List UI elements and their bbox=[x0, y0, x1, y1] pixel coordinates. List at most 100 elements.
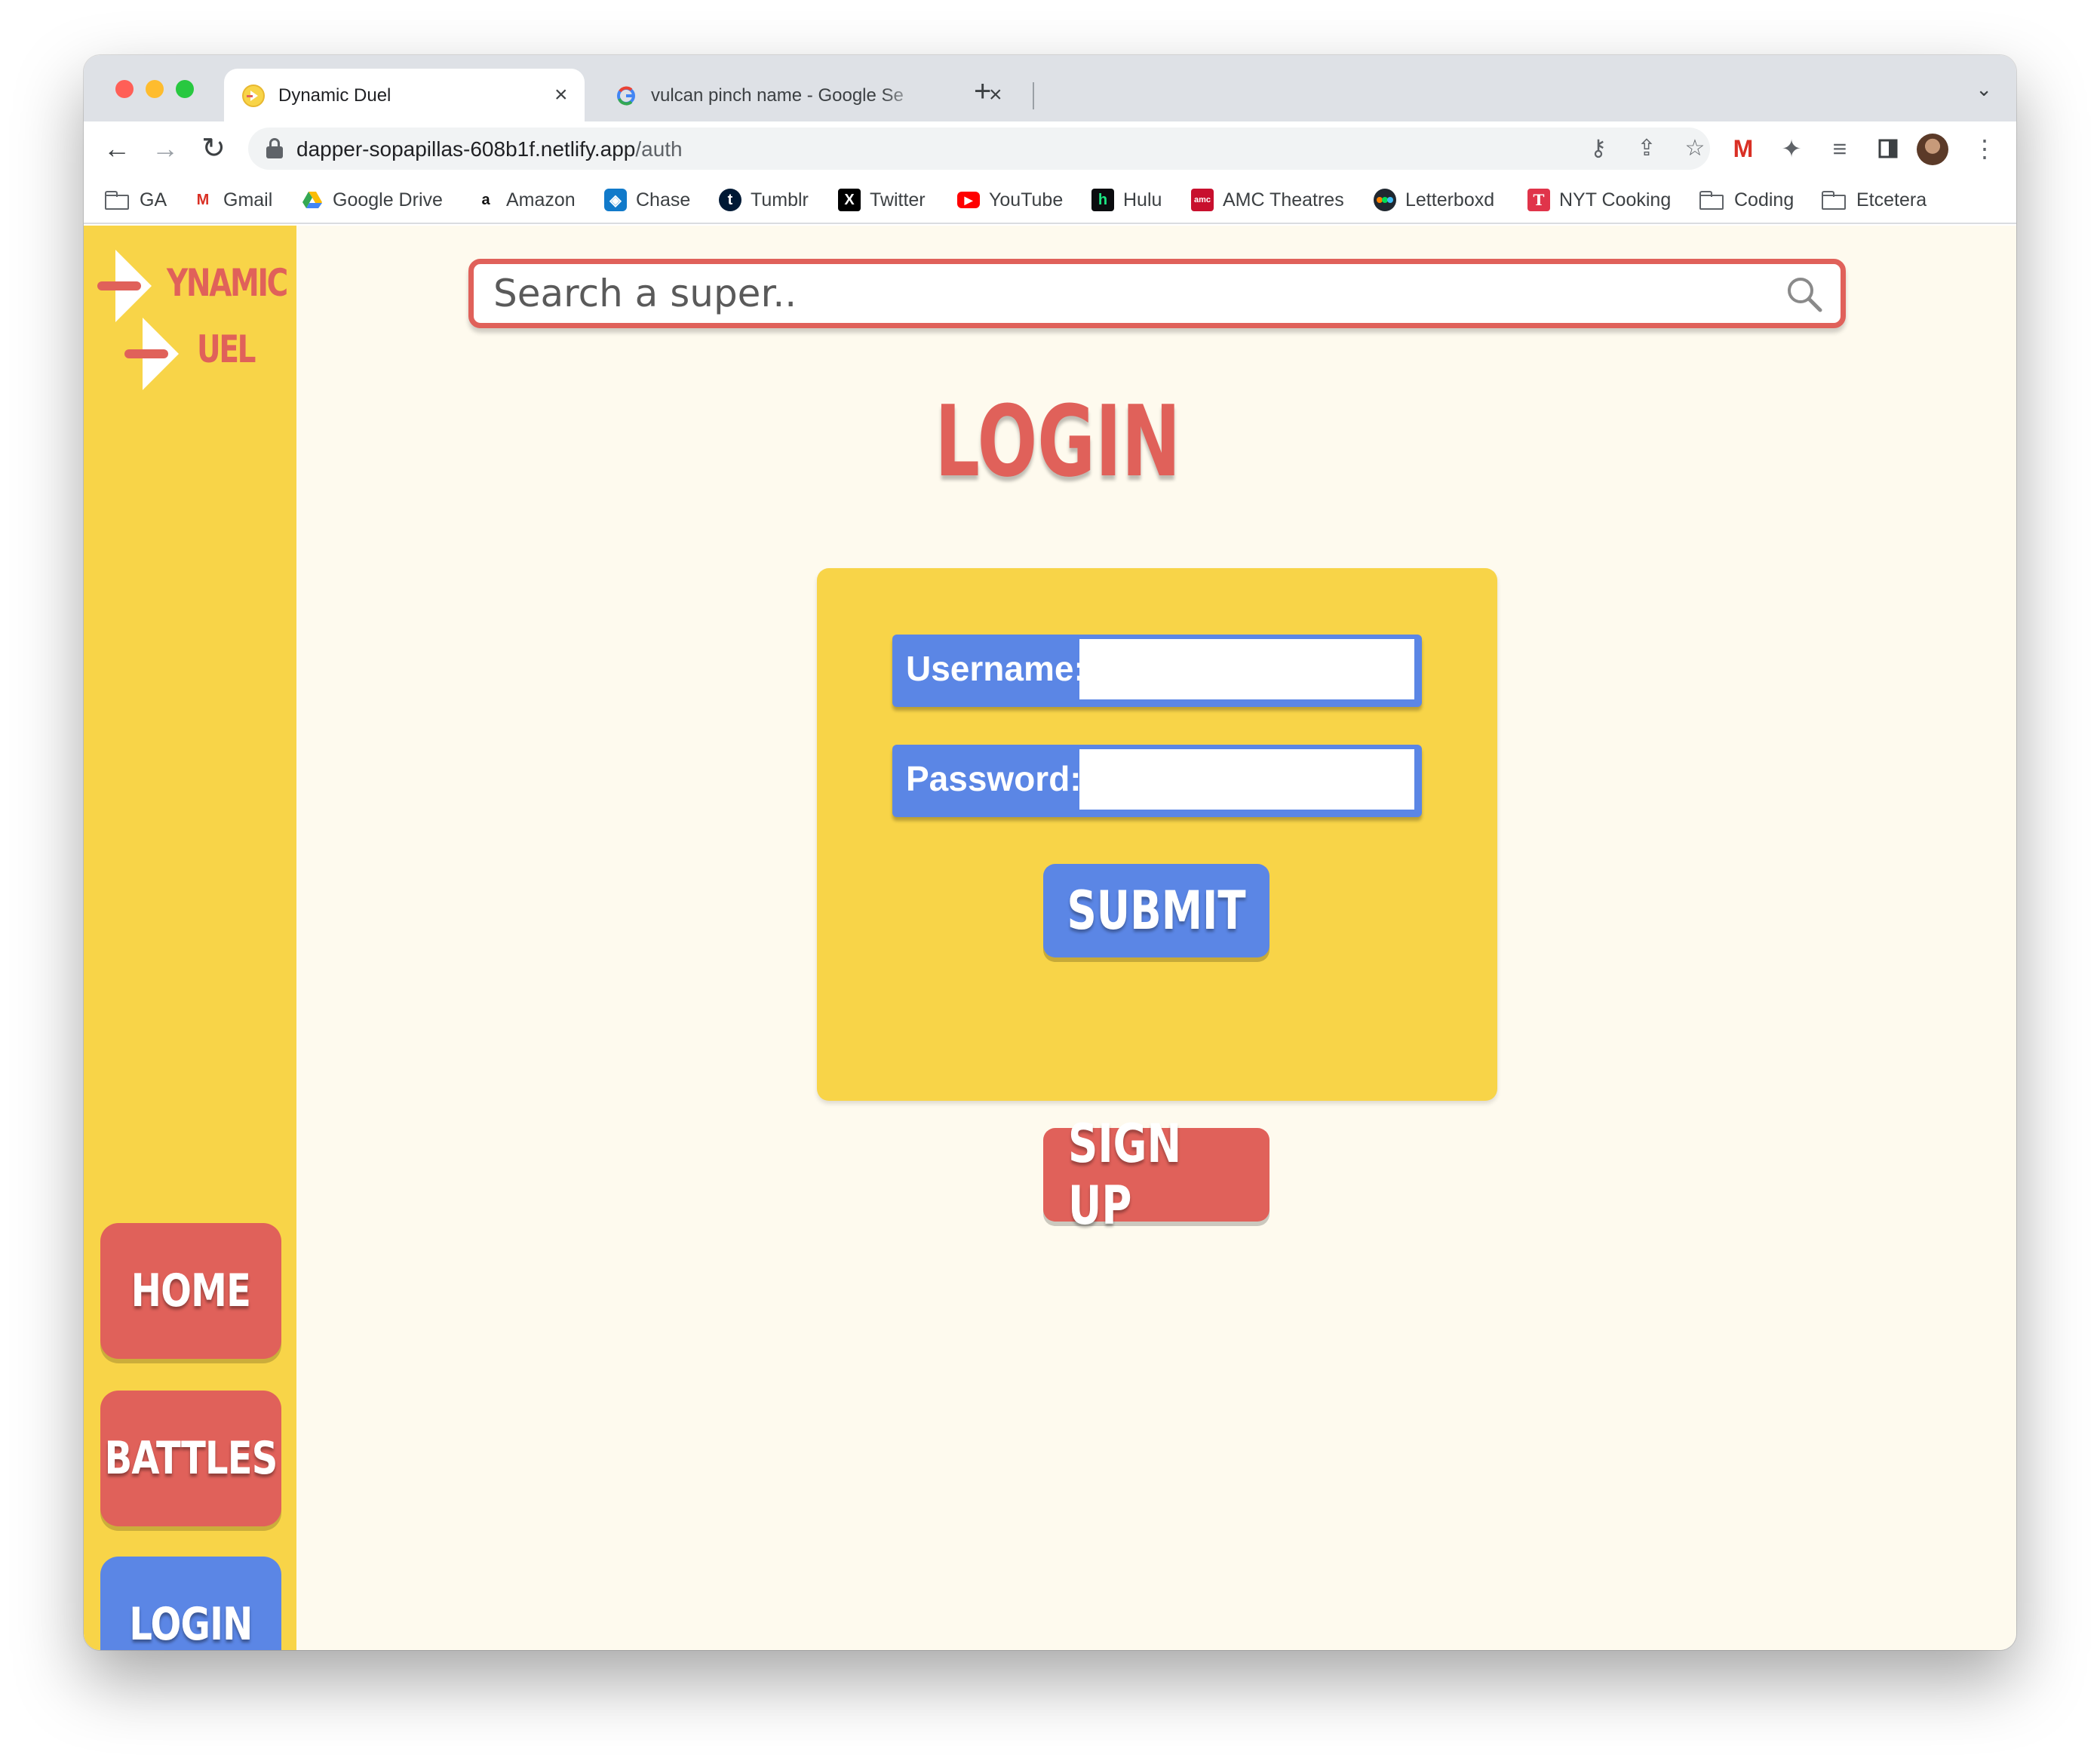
bookmark-ga[interactable]: GA bbox=[105, 186, 167, 214]
folder-icon bbox=[1699, 191, 1724, 210]
bookmark-youtube[interactable]: ▶ YouTube bbox=[957, 186, 1063, 214]
submit-button[interactable]: SUBMIT bbox=[1043, 864, 1270, 957]
nav-login-label: LOGIN bbox=[129, 1598, 253, 1650]
search-bar bbox=[468, 259, 1846, 328]
amazon-icon: a bbox=[481, 191, 490, 208]
more-menu-icon[interactable]: ⋮ bbox=[1968, 132, 2001, 165]
bookmark-amc-theatres[interactable]: amc AMC Theatres bbox=[1191, 186, 1344, 214]
sign-up-button[interactable]: SIGN UP bbox=[1043, 1113, 1270, 1237]
tumblr-icon: t bbox=[719, 189, 741, 211]
bookmark-gmail[interactable]: M Gmail bbox=[192, 186, 273, 214]
bookmark-label: YouTube bbox=[989, 189, 1064, 211]
tab-title: Dynamic Duel bbox=[278, 85, 391, 106]
bookmarks-bar: GA M Gmail Google Drive a Amazon ◈ Chase tT… bbox=[84, 176, 2016, 224]
lock-icon[interactable] bbox=[266, 138, 283, 158]
forward-arrow-icon[interactable]: → bbox=[149, 132, 182, 165]
submit-label: SUBMIT bbox=[1067, 880, 1246, 942]
tab-search-chevron-icon[interactable]: ⌄ bbox=[1976, 78, 1992, 101]
minimize-window-button[interactable] bbox=[146, 80, 164, 98]
browser-window: Dynamic Duel × vulcan pinch name - Googl… bbox=[84, 55, 2016, 1650]
folder-icon bbox=[1822, 191, 1846, 210]
tab-divider bbox=[1033, 82, 1034, 109]
bookmark-label: Tumblr bbox=[751, 189, 809, 211]
bookmark-label: Etcetera bbox=[1856, 189, 1927, 211]
nav-battles-label: BATTLES bbox=[104, 1432, 278, 1485]
username-input[interactable] bbox=[1079, 639, 1414, 699]
gmail-extension-icon[interactable]: M bbox=[1727, 132, 1760, 165]
bookmark-coding[interactable]: Coding bbox=[1699, 186, 1794, 214]
google-drive-icon bbox=[301, 189, 324, 211]
username-field: Username: bbox=[892, 635, 1422, 707]
back-arrow-icon[interactable]: ← bbox=[100, 132, 134, 165]
bookmark-google-drive[interactable]: Google Drive bbox=[301, 186, 443, 214]
bookmark-label: Coding bbox=[1734, 189, 1795, 211]
username-label: Username: bbox=[906, 649, 1085, 688]
browser-toolbar: ← → ↻ dapper-sopapillas-608b1f.netlify.a… bbox=[84, 121, 2016, 176]
login-form: Username: Password: bbox=[817, 568, 1497, 1101]
media-queue-icon[interactable]: ≡ bbox=[1823, 132, 1856, 165]
bookmark-label: AMC Theatres bbox=[1223, 189, 1344, 211]
bookmark-label: GA bbox=[140, 189, 167, 211]
tab-title: vulcan pinch name - Google Se bbox=[651, 85, 904, 106]
password-field: Password: bbox=[892, 745, 1422, 817]
google-icon bbox=[615, 85, 637, 107]
share-icon[interactable]: ⇪ bbox=[1632, 135, 1662, 162]
nyt-cooking-icon: T bbox=[1527, 189, 1550, 211]
dynamic-duel-favicon-icon bbox=[242, 85, 265, 107]
youtube-icon: ▶ bbox=[957, 192, 980, 208]
x-icon: X bbox=[838, 189, 861, 211]
maximize-window-button[interactable] bbox=[176, 80, 194, 98]
bookmark-star-icon[interactable]: ☆ bbox=[1680, 135, 1710, 162]
folder-icon bbox=[105, 191, 129, 210]
bookmark-label: Chase bbox=[636, 189, 691, 211]
bookmark-label: Twitter bbox=[870, 189, 926, 211]
search-input[interactable] bbox=[493, 270, 1761, 317]
bookmark-label: Google Drive bbox=[333, 189, 443, 211]
tab-strip: Dynamic Duel × vulcan pinch name - Googl… bbox=[84, 55, 2016, 121]
bookmark-etcetera[interactable]: Etcetera bbox=[1822, 186, 1927, 214]
bookmark-label: Hulu bbox=[1123, 189, 1162, 211]
address-bar[interactable]: dapper-sopapillas-608b1f.netlify.app/aut… bbox=[248, 128, 1710, 170]
profile-avatar[interactable] bbox=[1917, 134, 1948, 165]
bookmark-letterboxd[interactable]: Letterboxd bbox=[1374, 186, 1494, 214]
logo-line2: UEL bbox=[197, 327, 256, 371]
tab-dynamic-duel[interactable]: Dynamic Duel × bbox=[224, 69, 585, 121]
bookmark-nyt-cooking[interactable]: T NYT Cooking bbox=[1527, 186, 1671, 214]
bookmark-twitter[interactable]: X Twitter bbox=[838, 186, 926, 214]
tab-google-search[interactable]: vulcan pinch name - Google Se × bbox=[597, 69, 1019, 121]
reload-icon[interactable]: ↻ bbox=[197, 132, 230, 165]
gmail-icon: M bbox=[196, 191, 210, 208]
bookmark-hulu[interactable]: h Hulu bbox=[1091, 186, 1162, 214]
amc-icon: amc bbox=[1191, 189, 1214, 211]
bookmark-amazon[interactable]: a Amazon bbox=[474, 186, 576, 214]
bookmark-label: Letterboxd bbox=[1405, 189, 1495, 211]
nav-login-button[interactable]: LOGIN bbox=[100, 1557, 281, 1650]
search-icon[interactable] bbox=[1785, 275, 1824, 314]
new-tab-icon[interactable]: + bbox=[974, 76, 991, 106]
bookmark-label: Amazon bbox=[506, 189, 576, 211]
password-input[interactable] bbox=[1079, 749, 1414, 810]
side-panel-icon[interactable] bbox=[1871, 132, 1905, 165]
bookmark-label: NYT Cooking bbox=[1559, 189, 1672, 211]
nav-home-button[interactable]: HOME bbox=[100, 1223, 281, 1359]
sidebar: YNAMIC UEL HOME BATTLES LOGIN bbox=[84, 226, 296, 1650]
page-title: LOGIN bbox=[935, 384, 1180, 499]
key-icon[interactable]: ⚷ bbox=[1583, 135, 1613, 162]
close-window-button[interactable] bbox=[115, 80, 134, 98]
password-label: Password: bbox=[906, 759, 1082, 798]
chase-icon: ◈ bbox=[604, 189, 627, 211]
hulu-icon: h bbox=[1091, 189, 1114, 211]
logo-line1: YNAMIC bbox=[167, 261, 288, 305]
url-text[interactable]: dapper-sopapillas-608b1f.netlify.app/aut… bbox=[296, 137, 683, 161]
bookmark-label: Gmail bbox=[223, 189, 273, 211]
extensions-puzzle-icon[interactable]: ✦ bbox=[1775, 132, 1808, 165]
letterboxd-icon bbox=[1374, 189, 1396, 211]
close-tab-icon[interactable]: × bbox=[554, 82, 568, 108]
sign-up-label: SIGN UP bbox=[1068, 1113, 1182, 1237]
dynamic-duel-logo[interactable]: YNAMIC UEL bbox=[97, 248, 288, 399]
page-viewport: YNAMIC UEL HOME BATTLES LOGIN LOGIN User… bbox=[84, 226, 2016, 1650]
bookmark-tumblr[interactable]: t Tumblr bbox=[719, 186, 809, 214]
nav-battles-button[interactable]: BATTLES bbox=[100, 1391, 281, 1526]
bookmark-chase[interactable]: ◈ Chase bbox=[604, 186, 690, 214]
nav-home-label: HOME bbox=[130, 1265, 251, 1317]
